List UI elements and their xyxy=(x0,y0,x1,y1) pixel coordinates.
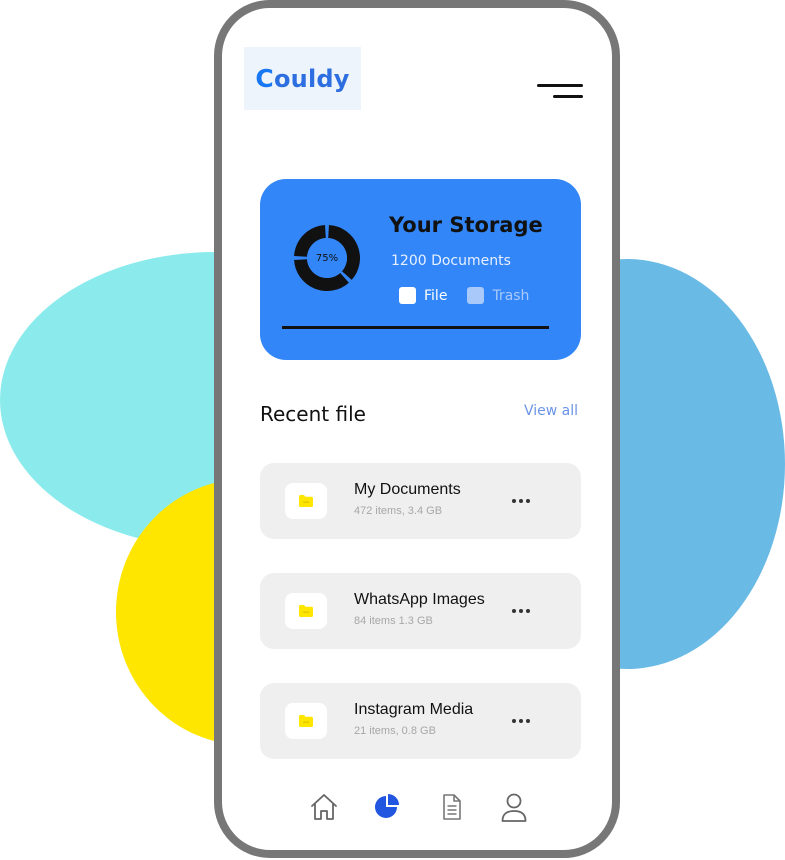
storage-progress-line xyxy=(282,326,549,329)
recent-file-heading: Recent file xyxy=(260,402,366,426)
folder-icon xyxy=(299,605,313,617)
more-options-icon[interactable] xyxy=(508,709,536,733)
file-meta: 472 items, 3.4 GB xyxy=(354,505,443,517)
logo-initial: C xyxy=(255,64,274,93)
bottom-navigation xyxy=(222,790,612,834)
file-meta: 21 items, 0.8 GB xyxy=(354,725,436,737)
file-name: Instagram Media xyxy=(354,701,474,718)
file-name: My Documents xyxy=(354,481,461,498)
storage-document-count: 1200 Documents xyxy=(391,253,511,269)
file-card-instagram-media[interactable]: Instagram Media 21 items, 0.8 GB xyxy=(260,683,581,759)
file-icon-container xyxy=(285,703,327,739)
more-options-icon[interactable] xyxy=(508,489,536,513)
more-options-icon[interactable] xyxy=(508,599,536,623)
storage-card[interactable]: 75% Your Storage 1200 Documents File Tra… xyxy=(260,179,581,360)
hamburger-menu-icon[interactable] xyxy=(537,78,583,102)
file-card-whatsapp-images[interactable]: WhatsApp Images 84 items 1.3 GB xyxy=(260,573,581,649)
legend-swatch-trash xyxy=(467,287,485,304)
legend-item-trash[interactable]: Trash xyxy=(467,287,529,304)
storage-legend: File Trash xyxy=(399,287,549,304)
legend-item-file[interactable]: File xyxy=(399,287,447,304)
user-icon[interactable] xyxy=(497,790,531,824)
phone-frame: Couldy 75% Your Storage 1200 Documents F… xyxy=(214,0,620,858)
file-name: WhatsApp Images xyxy=(354,591,485,608)
legend-label-trash: Trash xyxy=(492,287,530,304)
legend-swatch-file xyxy=(399,287,416,304)
document-icon[interactable] xyxy=(434,790,468,824)
home-icon[interactable] xyxy=(307,790,341,824)
file-meta: 84 items 1.3 GB xyxy=(354,615,433,627)
legend-label-file: File xyxy=(424,287,448,304)
folder-icon xyxy=(299,495,313,507)
menu-line-top xyxy=(537,84,583,87)
app-logo-text: Couldy xyxy=(255,64,349,93)
view-all-link[interactable]: View all xyxy=(524,403,578,419)
file-icon-container xyxy=(285,483,327,519)
storage-percent: 75% xyxy=(315,252,339,264)
file-icon-container xyxy=(285,593,327,629)
menu-line-bottom xyxy=(553,95,583,98)
pie-chart-icon[interactable] xyxy=(369,790,403,824)
storage-title: Your Storage xyxy=(389,213,543,237)
folder-icon xyxy=(299,715,313,727)
file-card-my-documents[interactable]: My Documents 472 items, 3.4 GB xyxy=(260,463,581,539)
storage-donut-chart: 75% xyxy=(293,224,361,292)
logo-rest: ouldy xyxy=(273,65,350,93)
app-logo: Couldy xyxy=(244,47,361,110)
